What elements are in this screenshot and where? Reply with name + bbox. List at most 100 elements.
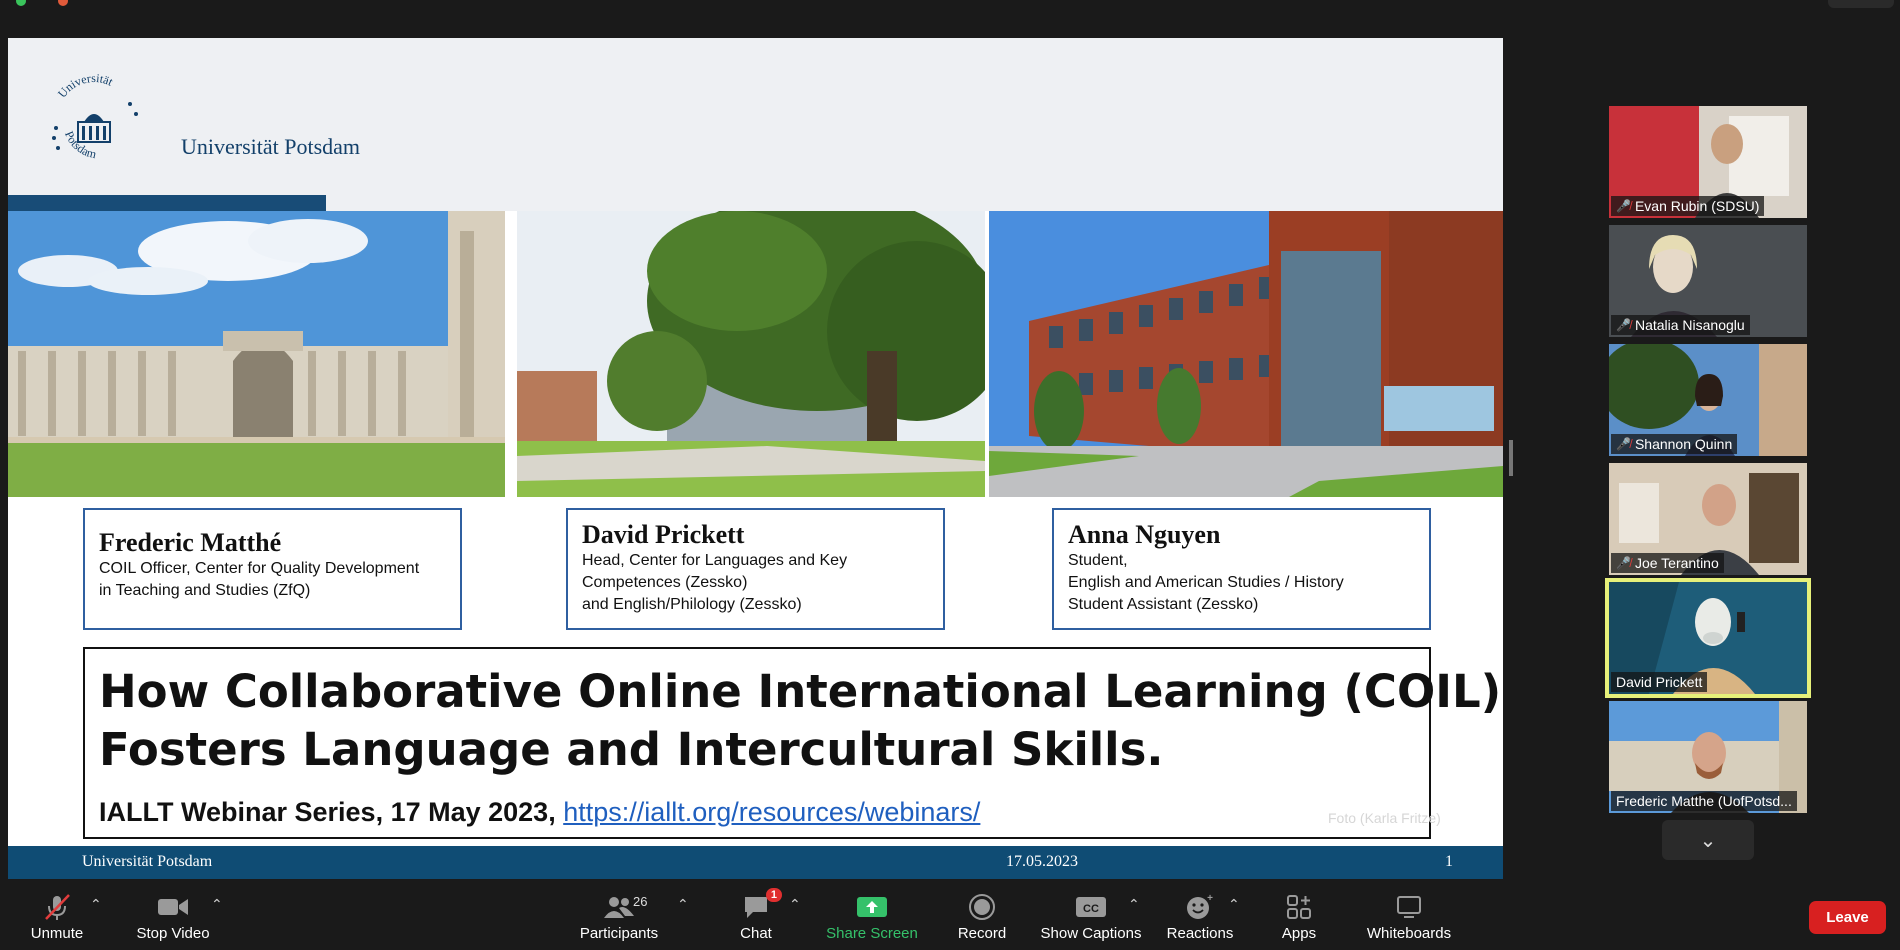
show-captions-label: Show Captions (1040, 925, 1142, 942)
slide-header: Universität Potsdam Universität Potsdam (8, 38, 1503, 211)
presenter-role: COIL Officer, Center for Quality Develop… (99, 560, 420, 577)
meeting-toolbar: Unmute ⌃ Stop Video ⌃ 26 Participants ⌃ … (0, 884, 1900, 950)
presenter-card-david: David Prickett Head, Center for Language… (566, 508, 945, 630)
whiteboards-button[interactable]: Whiteboards (1364, 892, 1454, 946)
show-captions-button[interactable]: CC Show Captions (1041, 892, 1141, 946)
slide-title-line: Fosters Language and Intercultural Skill… (99, 723, 1164, 776)
muted-mic-icon: 🎤̸ (1616, 318, 1631, 332)
panel-resize-handle[interactable] (1509, 440, 1513, 476)
photo-credit: Foto (Karla Fritze) (1328, 810, 1441, 826)
header-accent-bar (8, 195, 326, 211)
zoom-meeting-window: Universität Potsdam Universität Potsdam (0, 0, 1900, 950)
svg-text:CC: CC (1083, 903, 1099, 915)
svg-text:+: + (1207, 893, 1213, 904)
chat-label: Chat (740, 925, 772, 942)
video-options-chevron-icon[interactable]: ⌃ (211, 896, 223, 913)
presenter-role: Student, (1068, 552, 1128, 569)
participants-button[interactable]: 26 Participants (577, 892, 661, 946)
presenter-role: English and American Studies / History (1068, 574, 1344, 591)
presenter-role: Head, Center for Languages and Key (582, 552, 848, 569)
chevron-down-icon: ⌄ (1699, 829, 1717, 852)
unmute-label: Unmute (30, 925, 84, 942)
participant-name: Evan Rubin (SDSU) (1634, 198, 1760, 214)
apps-label: Apps (1281, 925, 1317, 942)
video-camera-icon (158, 899, 188, 915)
chat-button[interactable]: 1 Chat (733, 888, 782, 946)
participant-tile-active-speaker[interactable]: David Prickett (1605, 578, 1811, 698)
presenter-role: and English/Philology (Zessko) (582, 596, 802, 613)
logo-wordmark: Universität Potsdam (181, 134, 361, 159)
share-screen-button[interactable]: Share Screen (825, 892, 919, 946)
muted-mic-icon: 🎤̸ (1616, 556, 1631, 570)
whiteboard-icon (1397, 896, 1421, 918)
chat-options-chevron-icon[interactable]: ⌃ (789, 896, 801, 913)
record-icon (969, 894, 995, 920)
slide-footer: Universität Potsdam 17.05.2023 1 (8, 846, 1503, 879)
captions-options-chevron-icon[interactable]: ⌃ (1128, 896, 1140, 913)
footer-page-number: 1 (1445, 853, 1453, 870)
audio-options-chevron-icon[interactable]: ⌃ (90, 896, 102, 913)
apps-button[interactable]: Apps (1277, 892, 1321, 946)
reactions-options-chevron-icon[interactable]: ⌃ (1228, 896, 1240, 913)
photo-colonnade (8, 211, 505, 497)
share-screen-label: Share Screen (826, 925, 918, 942)
stop-video-button[interactable]: Stop Video (133, 892, 213, 946)
participant-tile[interactable]: Frederic Matthe (UofPotsd... (1609, 701, 1807, 813)
webinar-link[interactable]: https://iallt.org/resources/webinars/ (563, 797, 980, 827)
reactions-button[interactable]: + Reactions (1166, 892, 1234, 946)
shared-screen-slide: Universität Potsdam Universität Potsdam (8, 38, 1503, 879)
unmute-button[interactable]: Unmute (26, 892, 88, 946)
closed-captions-icon: CC (1076, 897, 1106, 917)
window-status-dot (58, 0, 68, 6)
participants-label: Participants (579, 925, 659, 942)
subtitle-text: IALLT Webinar Series, 17 May 2023, (99, 797, 564, 827)
presenter-card-anna: Anna Nguyen Student, English and America… (1052, 508, 1431, 630)
presenter-name: Anna Nguyen (1068, 520, 1221, 549)
participant-name: David Prickett (1616, 674, 1703, 690)
participants-count: 26 (633, 894, 648, 909)
apps-grid-icon (1287, 895, 1311, 919)
share-screen-icon (857, 897, 887, 917)
chat-unread-badge: 1 (765, 888, 782, 902)
participant-tile[interactable]: 🎤̸ Joe Terantino (1609, 463, 1807, 575)
leave-meeting-button[interactable]: Leave (1809, 901, 1886, 934)
participant-name: Joe Terantino (1634, 555, 1719, 571)
muted-microphone-icon (45, 894, 70, 920)
record-button[interactable]: Record (956, 892, 1008, 946)
presenter-role: in Teaching and Studies (ZfQ) (99, 582, 311, 599)
participant-tile[interactable]: 🎤̸ Evan Rubin (SDSU) (1609, 106, 1807, 218)
footer-date: 17.05.2023 (1006, 853, 1078, 870)
presenter-role: Student Assistant (Zessko) (1068, 596, 1259, 613)
whiteboards-label: Whiteboards (1366, 925, 1452, 942)
participant-tile[interactable]: 🎤̸ Natalia Nisanoglu (1609, 225, 1807, 337)
view-options-tab[interactable] (1828, 0, 1894, 8)
reactions-label: Reactions (1166, 925, 1234, 942)
record-label: Record (957, 925, 1007, 942)
svg-text:Universität: Universität (55, 71, 116, 100)
participant-tile[interactable]: 🎤̸ Shannon Quinn (1609, 344, 1807, 456)
presenter-name: David Prickett (582, 520, 745, 549)
presenter-name: Frederic Matthé (99, 528, 282, 557)
muted-mic-icon: 🎤̸ (1616, 437, 1631, 451)
smiley-reactions-icon: + (1187, 893, 1213, 919)
slide-subtitle: IALLT Webinar Series, 17 May 2023, https… (99, 797, 1415, 828)
stop-video-label: Stop Video (136, 925, 210, 942)
university-seal-icon: Universität Potsdam (52, 71, 138, 161)
participant-name: Frederic Matthe (UofPotsd... (1616, 793, 1792, 809)
university-logo: Universität Potsdam Universität Potsdam (44, 68, 360, 178)
window-status-dot (16, 0, 26, 6)
participants-options-chevron-icon[interactable]: ⌃ (677, 896, 689, 913)
muted-mic-icon: 🎤̸ (1616, 199, 1631, 213)
footer-university: Universität Potsdam (82, 853, 213, 870)
participant-name: Shannon Quinn (1634, 436, 1733, 452)
svg-text:Potsdam: Potsdam (62, 129, 98, 161)
presenter-role: Competences (Zessko) (582, 574, 748, 591)
gallery-scroll-down-button[interactable]: ⌄ (1662, 820, 1754, 860)
participant-name: Natalia Nisanoglu (1634, 317, 1745, 333)
photo-campus-tree (517, 211, 985, 497)
slide-title-line: How Collaborative Online International L… (99, 665, 1502, 718)
photo-brick-building (989, 211, 1503, 497)
participants-icon (604, 897, 634, 918)
presenter-card-frederic: Frederic Matthé COIL Officer, Center for… (83, 508, 462, 630)
participant-gallery: 🎤̸ Evan Rubin (SDSU) 🎤̸ Natalia Nisanoglu … (1605, 106, 1811, 820)
